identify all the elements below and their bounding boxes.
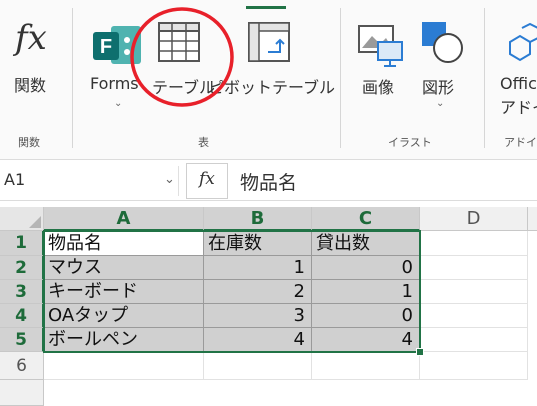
cell-c4[interactable]: 0 [312,304,420,328]
row-header-3[interactable]: 3 [0,280,44,304]
cell-d3[interactable] [420,280,528,304]
image-button-label: 画像 [362,78,395,97]
row-header-1[interactable]: 1 [0,231,44,256]
cell-b5[interactable]: 4 [204,328,312,352]
cell-b4[interactable]: 3 [204,304,312,328]
office-addins-button[interactable]: Offic アドイ [494,18,537,118]
shape-button[interactable]: 図形 ⌄ [414,20,474,110]
addin-group-label: アドイ [504,136,537,149]
group-separator [340,8,341,148]
cell-d2[interactable] [420,256,528,280]
cell-a5[interactable]: ボールペン [44,328,204,352]
function-group-label: 関数 [18,136,40,149]
cell-b1[interactable]: 在庫数 [204,231,312,256]
cell-a2[interactable]: マウス [44,256,204,280]
name-box[interactable]: A1 [4,170,25,189]
row-header-5[interactable]: 5 [0,328,44,352]
cell-d5[interactable] [420,328,528,352]
function-button[interactable]: fx 関数 [6,18,66,98]
insert-function-button[interactable]: fx [186,163,228,199]
column-header-b[interactable]: B [204,207,312,231]
cell-c5[interactable]: 4 [312,328,420,352]
row-header-4[interactable]: 4 [0,304,44,328]
tables-group-label: 表 [198,136,209,149]
svg-text:F: F [100,36,112,58]
addins-icon [509,22,537,62]
fill-handle[interactable] [416,348,424,356]
column-header-c[interactable]: C [312,207,420,231]
image-button[interactable]: 画像 [352,22,412,112]
formula-bar-bottom-line [0,200,537,201]
column-header-e[interactable] [528,207,537,231]
fx-icon: fx [15,18,47,58]
row-header-7[interactable] [0,380,44,406]
cell-b3[interactable]: 2 [204,280,312,304]
function-button-label: 関数 [14,76,47,95]
column-header-d[interactable]: D [420,207,528,231]
formula-separator [178,166,179,196]
cell-a3[interactable]: キーボード [44,280,204,304]
fx-icon: fx [199,169,215,189]
office-addins-label-1: Offic [500,74,537,93]
cell-c3[interactable]: 1 [312,280,420,304]
cell-b2[interactable]: 1 [204,256,312,280]
cell-c2[interactable]: 0 [312,256,420,280]
selected-indicator [246,6,286,9]
formula-input[interactable]: 物品名 [240,168,297,195]
row-header-6[interactable]: 6 [0,352,44,380]
office-addins-label-2: アドイ [500,98,537,117]
cell-d6[interactable] [420,352,528,380]
image-icon [358,25,403,67]
cell-a1[interactable]: 物品名 [44,231,204,256]
pivot-table-icon [248,22,290,62]
cell-c1[interactable]: 貸出数 [312,231,420,256]
cell-d4[interactable] [420,304,528,328]
cell-a6[interactable] [44,352,204,380]
chevron-down-icon: ⌄ [436,98,445,109]
shapes-icon [422,22,463,63]
name-box-dropdown-icon[interactable]: ⌄ [164,172,175,187]
illust-group-label: イラスト [388,136,432,149]
column-header-a[interactable]: A [44,207,204,231]
row-header-2[interactable]: 2 [0,256,44,280]
shape-button-label: 図形 [422,78,455,97]
select-all-corner[interactable] [0,207,44,231]
corner-triangle-icon [29,216,41,228]
cell-a4[interactable]: OAタップ [44,304,204,328]
annotation-circle [130,7,234,107]
group-separator [484,8,485,148]
cell-b6[interactable] [204,352,312,380]
cell-c6[interactable] [312,352,420,380]
cell-d1[interactable] [420,231,528,256]
chevron-down-icon: ⌄ [114,98,123,109]
group-separator [72,8,73,148]
